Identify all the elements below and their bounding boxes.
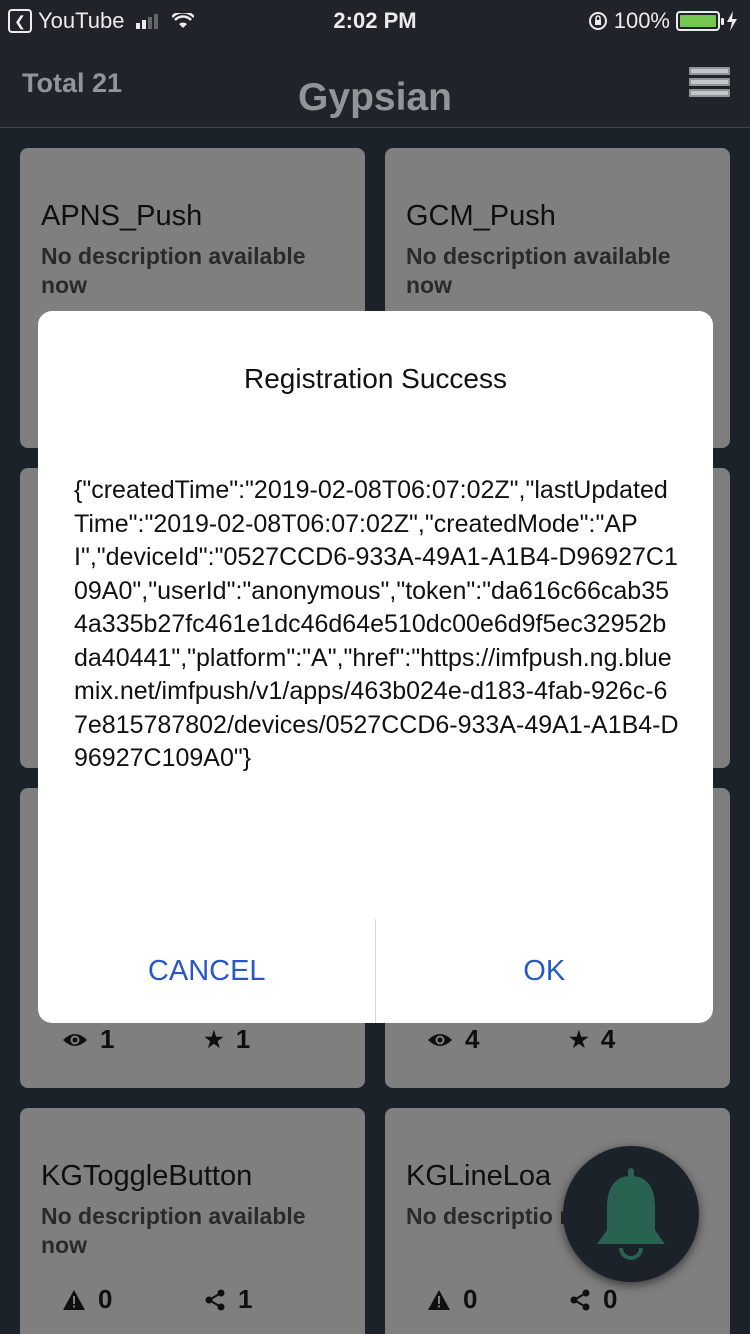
registration-dialog: Registration Success {"createdTime":"201… <box>38 311 713 1023</box>
dialog-message: {"createdTime":"2019-02-08T06:07:02Z","l… <box>74 476 679 772</box>
button-divider <box>375 919 376 1023</box>
dialog-title: Registration Success <box>243 363 507 394</box>
ok-button[interactable]: OK <box>376 919 714 1023</box>
cancel-button[interactable]: CANCEL <box>38 919 376 1023</box>
